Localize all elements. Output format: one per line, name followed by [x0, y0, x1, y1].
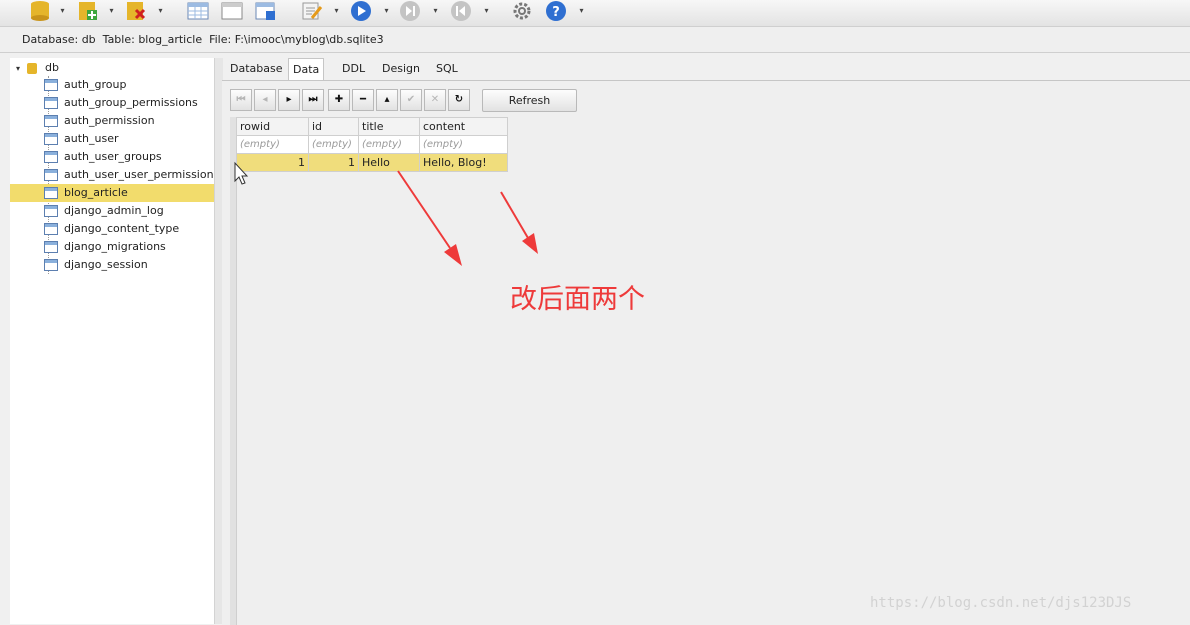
- watermark: https://blog.csdn.net/djs123DJS: [870, 595, 1132, 611]
- red-arrow-2: [500, 191, 538, 254]
- red-arrow-1: [397, 170, 462, 266]
- mouse-cursor-icon: [234, 161, 249, 185]
- annotation-text: 改后面两个: [510, 284, 645, 315]
